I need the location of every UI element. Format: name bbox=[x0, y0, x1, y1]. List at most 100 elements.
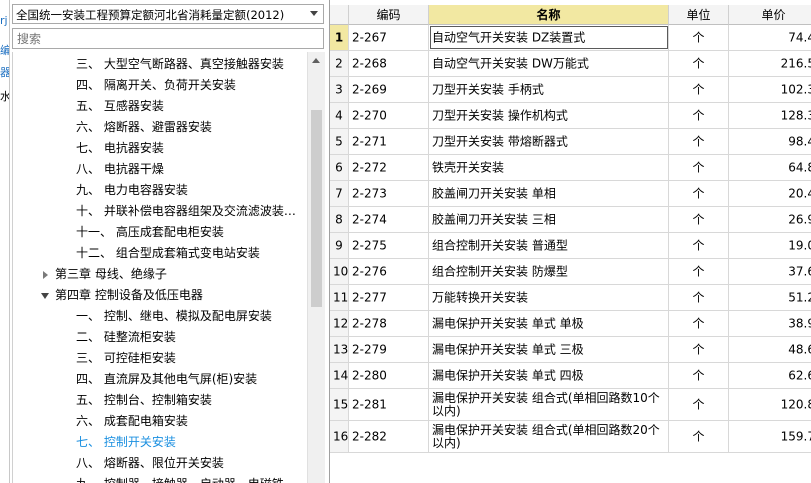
row-number-cell[interactable]: 10 bbox=[330, 259, 349, 284]
table-row[interactable]: 112-277 万能转换开关安装 个 51.2 bbox=[330, 285, 811, 311]
unit-cell[interactable]: 个 bbox=[669, 25, 729, 50]
unit-cell[interactable]: 个 bbox=[669, 155, 729, 180]
price-cell[interactable]: 51.2 bbox=[729, 285, 811, 310]
price-cell[interactable]: 48.6 bbox=[729, 337, 811, 362]
row-number-cell[interactable]: 12 bbox=[330, 311, 349, 336]
name-cell[interactable]: 刀型开关安装 操作机构式 bbox=[429, 103, 669, 128]
row-number-cell[interactable]: 11 bbox=[330, 285, 349, 310]
table-row[interactable]: 2 2-268 自动空气开关安装 DW万能式 个 216.5 bbox=[330, 51, 811, 77]
quota-library-select[interactable]: 全国统一安装工程预算定额河北省消耗量定额(2012) bbox=[12, 4, 324, 24]
code-cell[interactable]: 2-282 bbox=[349, 421, 429, 452]
table-row[interactable]: 122-278 漏电保护开关安装 单式 单极 个 38.9 bbox=[330, 311, 811, 337]
price-cell[interactable]: 216.5 bbox=[729, 51, 811, 76]
code-cell[interactable]: 2-274 bbox=[349, 207, 429, 232]
name-cell[interactable]: 漏电保护开关安装 单式 单极 bbox=[429, 311, 669, 336]
row-number-cell[interactable]: 6 bbox=[330, 155, 349, 180]
unit-cell[interactable]: 个 bbox=[669, 311, 729, 336]
name-cell[interactable]: 万能转换开关安装 bbox=[429, 285, 669, 310]
table-row[interactable]: 5 2-271 刀型开关安装 带熔断器式 个 98.4 bbox=[330, 129, 811, 155]
row-number-cell[interactable]: 9 bbox=[330, 233, 349, 258]
code-cell[interactable]: 2-268 bbox=[349, 51, 429, 76]
expand-down-icon[interactable] bbox=[41, 293, 49, 299]
unit-cell[interactable]: 个 bbox=[669, 389, 729, 420]
unit-cell[interactable]: 个 bbox=[669, 129, 729, 154]
unit-cell[interactable]: 个 bbox=[669, 51, 729, 76]
row-number-cell[interactable]: 1 bbox=[330, 25, 349, 50]
tree-scrollbar[interactable] bbox=[307, 52, 325, 483]
name-cell[interactable]: 漏电保护开关安装 组合式(单相回路数20个以内) bbox=[429, 421, 669, 452]
price-cell[interactable]: 19.0 bbox=[729, 233, 811, 258]
table-row[interactable]: 6 2-272 铁壳开关安装 个 64.8 bbox=[330, 155, 811, 181]
code-cell[interactable]: 2-273 bbox=[349, 181, 429, 206]
table-row[interactable]: 1 2-267 自动空气开关安装 DZ装置式 个 74.4 bbox=[330, 25, 811, 51]
header-code[interactable]: 编码 bbox=[349, 5, 429, 25]
name-cell[interactable]: 刀型开关安装 手柄式 bbox=[429, 77, 669, 102]
table-row[interactable]: 7 2-273 胶盖闸刀开关安装 单相 个 20.4 bbox=[330, 181, 811, 207]
table-row[interactable]: 162-282 漏电保护开关安装 组合式(单相回路数20个以内) 个 159.7 bbox=[330, 421, 811, 453]
unit-cell[interactable]: 个 bbox=[669, 181, 729, 206]
table-row[interactable]: 4 2-270 刀型开关安装 操作机构式 个 128.3 bbox=[330, 103, 811, 129]
code-cell[interactable]: 2-277 bbox=[349, 285, 429, 310]
unit-cell[interactable]: 个 bbox=[669, 259, 729, 284]
name-cell[interactable]: 刀型开关安装 带熔断器式 bbox=[429, 129, 669, 154]
table-row[interactable]: 132-279 漏电保护开关安装 单式 三极 个 48.6 bbox=[330, 337, 811, 363]
row-number-cell[interactable]: 4 bbox=[330, 103, 349, 128]
table-row[interactable]: 102-276 组合控制开关安装 防爆型 个 37.6 bbox=[330, 259, 811, 285]
name-cell[interactable]: 组合控制开关安装 普通型 bbox=[429, 233, 669, 258]
unit-cell[interactable]: 个 bbox=[669, 103, 729, 128]
table-row[interactable]: 8 2-274 胶盖闸刀开关安装 三相 个 26.9 bbox=[330, 207, 811, 233]
code-cell[interactable]: 2-267 bbox=[349, 25, 429, 50]
price-cell[interactable]: 64.8 bbox=[729, 155, 811, 180]
unit-cell[interactable]: 个 bbox=[669, 363, 729, 388]
code-cell[interactable]: 2-269 bbox=[349, 77, 429, 102]
header-unit[interactable]: 单位 bbox=[669, 5, 729, 25]
table-row[interactable]: 152-281 漏电保护开关安装 组合式(单相回路数10个以内) 个 120.8 bbox=[330, 389, 811, 421]
code-cell[interactable]: 2-279 bbox=[349, 337, 429, 362]
unit-cell[interactable]: 个 bbox=[669, 207, 729, 232]
name-cell[interactable]: 自动空气开关安装 DW万能式 bbox=[429, 51, 669, 76]
row-number-cell[interactable]: 13 bbox=[330, 337, 349, 362]
price-cell[interactable]: 26.9 bbox=[729, 207, 811, 232]
price-cell[interactable]: 102.3 bbox=[729, 77, 811, 102]
header-price[interactable]: 单价 bbox=[729, 5, 811, 25]
name-cell[interactable]: 漏电保护开关安装 组合式(单相回路数10个以内) bbox=[429, 389, 669, 420]
unit-cell[interactable]: 个 bbox=[669, 77, 729, 102]
expand-right-icon[interactable] bbox=[43, 271, 48, 279]
row-number-cell[interactable]: 3 bbox=[330, 77, 349, 102]
code-cell[interactable]: 2-280 bbox=[349, 363, 429, 388]
scroll-up-arrow-icon[interactable] bbox=[312, 58, 320, 63]
code-cell[interactable]: 2-278 bbox=[349, 311, 429, 336]
name-cell[interactable]: 漏电保护开关安装 单式 四极 bbox=[429, 363, 669, 388]
search-input[interactable] bbox=[12, 28, 324, 49]
code-cell[interactable]: 2-271 bbox=[349, 129, 429, 154]
unit-cell[interactable]: 个 bbox=[669, 285, 729, 310]
name-cell[interactable]: 漏电保护开关安装 单式 三极 bbox=[429, 337, 669, 362]
row-number-cell[interactable]: 8 bbox=[330, 207, 349, 232]
price-cell[interactable]: 98.4 bbox=[729, 129, 811, 154]
code-cell[interactable]: 2-276 bbox=[349, 259, 429, 284]
code-cell[interactable]: 2-281 bbox=[349, 389, 429, 420]
scrollbar-thumb[interactable] bbox=[311, 110, 322, 307]
name-cell[interactable]: 铁壳开关安装 bbox=[429, 155, 669, 180]
code-cell[interactable]: 2-275 bbox=[349, 233, 429, 258]
row-number-cell[interactable]: 5 bbox=[330, 129, 349, 154]
price-cell[interactable]: 37.6 bbox=[729, 259, 811, 284]
price-cell[interactable]: 20.4 bbox=[729, 181, 811, 206]
code-cell[interactable]: 2-270 bbox=[349, 103, 429, 128]
row-number-cell[interactable]: 14 bbox=[330, 363, 349, 388]
name-cell[interactable]: 自动空气开关安装 DZ装置式 bbox=[429, 25, 669, 50]
table-row[interactable]: 142-280 漏电保护开关安装 单式 四极 个 62.6 bbox=[330, 363, 811, 389]
row-number-cell[interactable]: 15 bbox=[330, 389, 349, 420]
name-cell[interactable]: 胶盖闸刀开关安装 单相 bbox=[429, 181, 669, 206]
chevron-down-icon[interactable] bbox=[310, 11, 318, 16]
code-cell[interactable]: 2-272 bbox=[349, 155, 429, 180]
row-number-cell[interactable]: 16 bbox=[330, 421, 349, 452]
price-cell[interactable]: 62.6 bbox=[729, 363, 811, 388]
table-row[interactable]: 9 2-275 组合控制开关安装 普通型 个 19.0 bbox=[330, 233, 811, 259]
row-number-cell[interactable]: 7 bbox=[330, 181, 349, 206]
table-row[interactable]: 3 2-269 刀型开关安装 手柄式 个 102.3 bbox=[330, 77, 811, 103]
name-cell[interactable]: 组合控制开关安装 防爆型 bbox=[429, 259, 669, 284]
unit-cell[interactable]: 个 bbox=[669, 421, 729, 452]
price-cell[interactable]: 74.4 bbox=[729, 25, 811, 50]
price-cell[interactable]: 38.9 bbox=[729, 311, 811, 336]
